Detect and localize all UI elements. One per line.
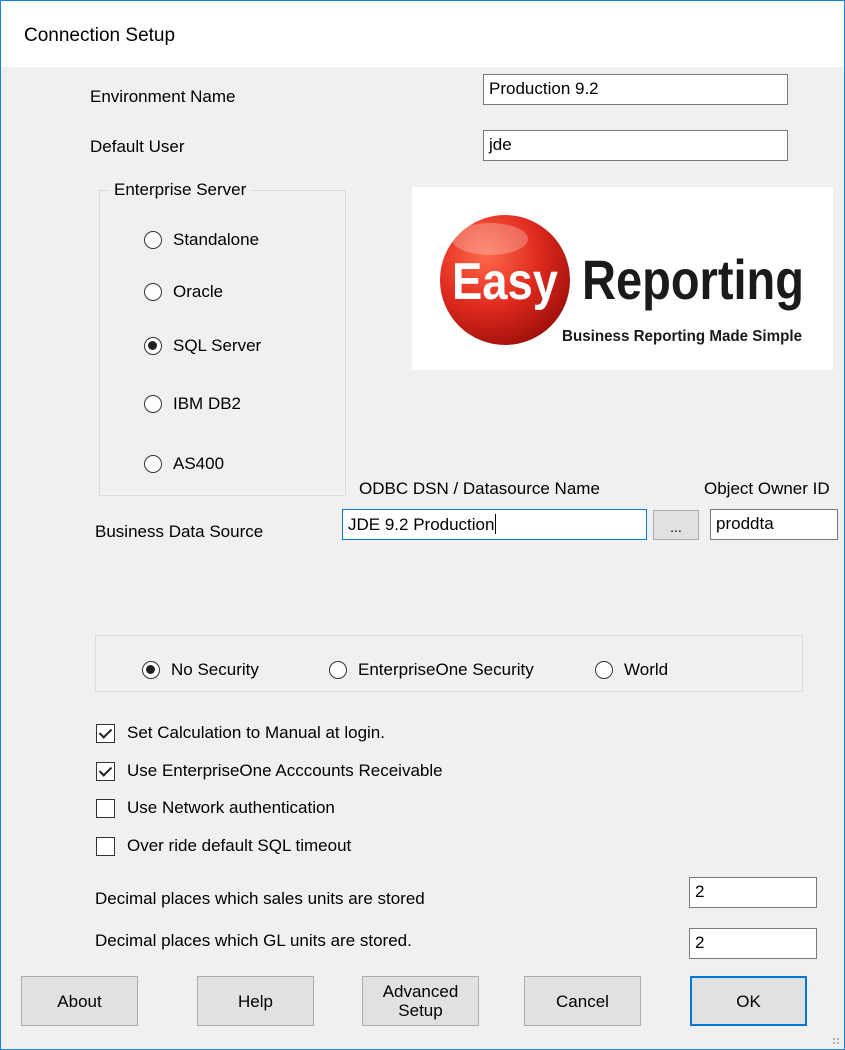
checkbox-accounts-receivable[interactable]: Use EnterpriseOne Acccounts Receivable bbox=[96, 761, 443, 781]
sales-decimals-input[interactable]: 2 bbox=[689, 877, 817, 908]
logo-graphic: Easy Reporting Business Reporting Made S… bbox=[440, 215, 804, 345]
dialog-title: Connection Setup bbox=[24, 25, 176, 46]
connection-setup-dialog: Connection Setup Environment Name Produc… bbox=[0, 0, 845, 1050]
radio-enterpriseone-security[interactable]: EnterpriseOne Security bbox=[329, 660, 534, 680]
title-bar[interactable]: Connection Setup bbox=[1, 1, 844, 67]
checkbox-label: Use EnterpriseOne Acccounts Receivable bbox=[127, 761, 443, 780]
radio-label: IBM DB2 bbox=[173, 394, 242, 413]
enterprise-server-group-title: Enterprise Server bbox=[110, 180, 251, 200]
checkbox-label: Use Network authentication bbox=[127, 798, 335, 817]
help-button[interactable]: Help bbox=[197, 976, 314, 1026]
radio-button-icon bbox=[595, 661, 613, 679]
odbc-dsn-header: ODBC DSN / Datasource Name bbox=[359, 479, 600, 498]
checkbox-network-authentication[interactable]: Use Network authentication bbox=[96, 798, 335, 818]
checkbox-icon bbox=[96, 798, 115, 818]
radio-button-selected-icon bbox=[144, 337, 162, 355]
radio-oracle[interactable]: Oracle bbox=[144, 282, 223, 302]
resize-grip-icon[interactable] bbox=[832, 1037, 840, 1045]
checkbox-sql-timeout[interactable]: Over ride default SQL timeout bbox=[96, 836, 351, 856]
checkbox-label: Set Calculation to Manual at login. bbox=[127, 723, 385, 742]
object-owner-input[interactable]: proddta bbox=[710, 509, 838, 540]
text-caret bbox=[495, 514, 497, 534]
ok-button[interactable]: OK bbox=[690, 976, 807, 1026]
radio-label: EnterpriseOne Security bbox=[358, 660, 534, 679]
radio-as400[interactable]: AS400 bbox=[144, 454, 224, 474]
radio-button-icon bbox=[329, 661, 347, 679]
radio-ibm-db2[interactable]: IBM DB2 bbox=[144, 394, 241, 414]
radio-label: World bbox=[624, 660, 669, 679]
cancel-button[interactable]: Cancel bbox=[524, 976, 641, 1026]
sales-decimals-label: Decimal places which sales units are sto… bbox=[95, 889, 425, 908]
gl-decimals-input[interactable]: 2 bbox=[689, 928, 817, 959]
logo-word-easy: Easy bbox=[452, 253, 558, 311]
logo-word-reporting: Reporting bbox=[582, 248, 804, 311]
radio-label: Standalone bbox=[173, 230, 260, 249]
checkbox-icon bbox=[96, 836, 115, 856]
checkbox-label: Over ride default SQL timeout bbox=[127, 836, 352, 855]
radio-label: Oracle bbox=[173, 282, 224, 301]
object-owner-header: Object Owner ID bbox=[704, 479, 830, 498]
advanced-setup-button[interactable]: Advanced Setup bbox=[362, 976, 479, 1026]
logo-tagline: Business Reporting Made Simple bbox=[562, 328, 802, 345]
environment-name-input[interactable]: Production 9.2 bbox=[483, 74, 788, 105]
gl-decimals-label: Decimal places which GL units are stored… bbox=[95, 931, 412, 950]
radio-no-security[interactable]: No Security bbox=[142, 660, 259, 680]
business-data-source-label: Business Data Source bbox=[95, 522, 264, 541]
default-user-label: Default User bbox=[90, 137, 185, 156]
easy-reporting-logo: Easy Reporting Business Reporting Made S… bbox=[412, 187, 833, 370]
radio-world[interactable]: World bbox=[595, 660, 668, 680]
default-user-input[interactable]: jde bbox=[483, 130, 788, 161]
about-button[interactable]: About bbox=[21, 976, 138, 1026]
odbc-dsn-input[interactable]: JDE 9.2 Production bbox=[342, 509, 647, 540]
checkbox-manual-calculation[interactable]: Set Calculation to Manual at login. bbox=[96, 723, 385, 743]
checkbox-checked-icon bbox=[96, 723, 115, 743]
radio-label: SQL Server bbox=[173, 336, 262, 355]
radio-button-selected-icon bbox=[142, 661, 160, 679]
checkbox-checked-icon bbox=[96, 761, 115, 781]
browse-dsn-button[interactable]: ... bbox=[653, 510, 699, 540]
radio-button-icon bbox=[144, 231, 162, 249]
radio-button-icon bbox=[144, 455, 162, 473]
radio-sql-server[interactable]: SQL Server bbox=[144, 336, 261, 356]
radio-label: No Security bbox=[171, 660, 259, 679]
radio-standalone[interactable]: Standalone bbox=[144, 230, 259, 250]
environment-name-label: Environment Name bbox=[90, 87, 236, 106]
radio-button-icon bbox=[144, 283, 162, 301]
radio-button-icon bbox=[144, 395, 162, 413]
radio-label: AS400 bbox=[173, 454, 225, 473]
odbc-dsn-value: JDE 9.2 Production bbox=[348, 515, 495, 534]
